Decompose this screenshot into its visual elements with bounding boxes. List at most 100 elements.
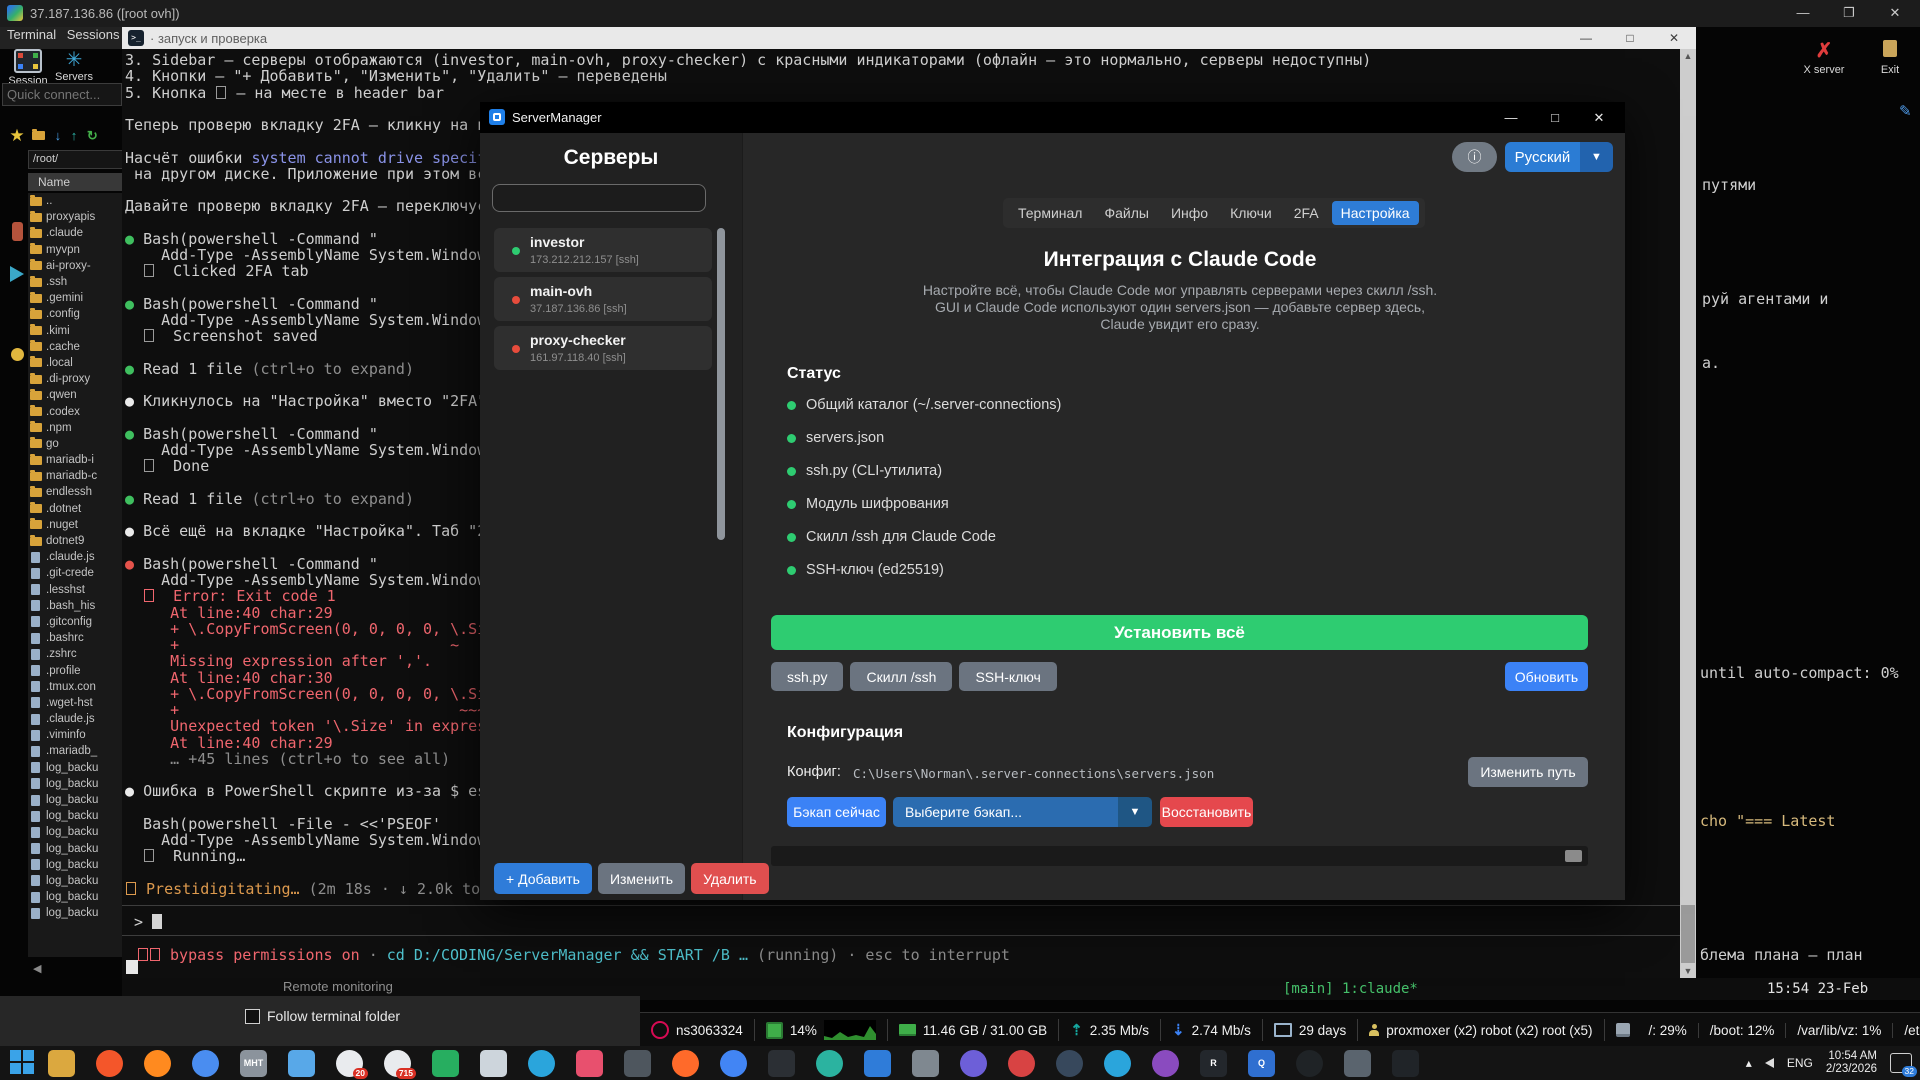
scroll-thumb[interactable] — [1565, 850, 1582, 862]
file-list-item[interactable]: .nuget — [28, 517, 122, 533]
file-list-item[interactable]: .config — [28, 306, 122, 322]
file-list-item[interactable]: mariadb-c — [28, 468, 122, 484]
maximize-icon[interactable]: □ — [1610, 28, 1650, 48]
file-list-item[interactable]: .codex — [28, 403, 122, 419]
chrome-profile-icon[interactable]: 715 — [384, 1050, 411, 1077]
collapse-sidebar-icon[interactable]: ◀ — [33, 962, 41, 975]
file-list-item[interactable]: myvpn — [28, 242, 122, 258]
x-server-button[interactable]: ✗ X server — [1796, 38, 1852, 76]
firefox-icon[interactable] — [144, 1050, 171, 1077]
file-list-item[interactable]: log_backu — [28, 841, 122, 857]
file-list-item[interactable]: .gemini — [28, 290, 122, 306]
minimize-icon[interactable]: — — [1493, 107, 1529, 129]
scroll-down-icon[interactable]: ▼ — [1680, 966, 1696, 976]
info-button[interactable]: ⓘ — [1452, 142, 1497, 172]
tab-терминал[interactable]: Терминал — [1009, 201, 1091, 225]
далить-button[interactable]: Удалить — [691, 863, 768, 894]
send-tool-icon[interactable] — [8, 266, 26, 287]
file-list-item[interactable]: ai-proxy- — [28, 258, 122, 274]
server-search-input[interactable] — [492, 184, 706, 212]
file-list-item[interactable]: log_backu — [28, 808, 122, 824]
file-list-item[interactable]: .lesshst — [28, 582, 122, 598]
file-list-item[interactable]: proxyapis — [28, 209, 122, 225]
file-list-item[interactable]: log_backu — [28, 776, 122, 792]
file-list-item[interactable]: .cache — [28, 339, 122, 355]
tab-файлы[interactable]: Файлы — [1095, 201, 1157, 225]
quick-tool-icon[interactable]: Q — [1248, 1050, 1275, 1077]
server-list-scrollbar[interactable] — [717, 228, 725, 540]
follow-folder-checkbox[interactable] — [245, 1009, 260, 1024]
volume-icon[interactable] — [1765, 1058, 1774, 1068]
terminal-icon[interactable] — [768, 1050, 795, 1077]
file-list-item[interactable]: .git-crede — [28, 565, 122, 581]
clock[interactable]: 10:54 AM 2/23/2026 — [1826, 1050, 1877, 1076]
file-list-item[interactable]: .. — [28, 193, 122, 209]
server-card[interactable]: proxy-checker161.97.118.40 [ssh] — [494, 326, 712, 370]
зменить-button[interactable]: Изменить — [598, 863, 685, 894]
download-icon[interactable]: ↓ — [55, 128, 62, 143]
text-editor-icon[interactable] — [480, 1050, 507, 1077]
file-list-item[interactable]: log_backu — [28, 857, 122, 873]
favorites-star-icon[interactable]: ★ — [8, 126, 26, 146]
component-button[interactable]: ssh.py — [771, 662, 843, 691]
terminal-prompt[interactable]: > — [134, 913, 162, 931]
file-list-item[interactable]: go — [28, 436, 122, 452]
file-list-item[interactable]: dotnet9 — [28, 533, 122, 549]
night-app-icon[interactable] — [1056, 1050, 1083, 1077]
file-list-item[interactable]: .claude — [28, 225, 122, 241]
maximize-icon[interactable]: ❐ — [1832, 3, 1866, 23]
обавить-button[interactable]: + Добавить — [494, 863, 592, 894]
violet-app-icon[interactable] — [1152, 1050, 1179, 1077]
moon-app-icon[interactable] — [960, 1050, 987, 1077]
vscode-icon[interactable] — [864, 1050, 891, 1077]
exit-button[interactable]: Exit — [1862, 38, 1918, 76]
upload-icon[interactable]: ↑ — [71, 128, 78, 143]
change-path-button[interactable]: Изменить путь — [1468, 757, 1588, 787]
close-icon[interactable]: ✕ — [1654, 28, 1694, 48]
minimize-icon[interactable]: — — [1786, 3, 1820, 23]
file-list-item[interactable]: .kimi — [28, 323, 122, 339]
file-list-item[interactable]: .gitconfig — [28, 614, 122, 630]
folder-up-icon[interactable] — [32, 131, 45, 140]
component-button[interactable]: SSH-ключ — [959, 662, 1056, 691]
chrome-icon[interactable] — [720, 1050, 747, 1077]
file-list-item[interactable]: .wget-hst — [28, 695, 122, 711]
tray-expand-icon[interactable]: ▴ — [1746, 1056, 1752, 1070]
restore-button[interactable]: Восстановить — [1160, 797, 1253, 827]
edit-pencil-icon[interactable]: ✎ — [1899, 102, 1912, 120]
telegram-icon[interactable] — [1104, 1050, 1131, 1077]
tab-настройка[interactable]: Настройка — [1332, 201, 1419, 225]
edge-icon[interactable] — [816, 1050, 843, 1077]
file-list-item[interactable]: log_backu — [28, 873, 122, 889]
menu-sessions[interactable]: Sessions — [67, 27, 120, 42]
server-card[interactable]: investor173.212.212.157 [ssh] — [494, 228, 712, 272]
firefox-dev-icon[interactable] — [672, 1050, 699, 1077]
current-path[interactable]: /root/ — [28, 150, 126, 169]
remote-monitoring-label[interactable]: Remote monitoring — [283, 979, 393, 994]
file-list-item[interactable]: mariadb-i — [28, 452, 122, 468]
session-button[interactable]: Session — [6, 49, 50, 87]
opera-icon[interactable] — [1008, 1050, 1035, 1077]
scroll-up-icon[interactable]: ▲ — [1680, 51, 1696, 61]
obs-icon[interactable] — [1296, 1050, 1323, 1077]
file-list[interactable]: ..proxyapis.claudemyvpnai-proxy-.ssh.gem… — [28, 193, 122, 957]
sharex-icon[interactable] — [432, 1050, 459, 1077]
file-list-item[interactable]: log_backu — [28, 824, 122, 840]
install-all-button[interactable]: Установить всё — [771, 615, 1588, 650]
maximize-icon[interactable]: □ — [1537, 107, 1573, 129]
file-list-item[interactable]: log_backu — [28, 792, 122, 808]
file-list-item[interactable]: .qwen — [28, 387, 122, 403]
macro-tool-icon[interactable] — [8, 222, 26, 246]
ide-icon[interactable] — [1392, 1050, 1419, 1077]
quick-connect[interactable] — [2, 83, 122, 106]
file-list-item[interactable]: .mariadb_ — [28, 743, 122, 759]
menu-terminal[interactable]: Terminal — [7, 27, 56, 42]
notification-center-icon[interactable]: 32 — [1890, 1053, 1912, 1073]
file-list-item[interactable]: .npm — [28, 420, 122, 436]
file-list-item[interactable]: .profile — [28, 662, 122, 678]
file-list-item[interactable]: .viminfo — [28, 727, 122, 743]
minimize-icon[interactable]: — — [1566, 28, 1606, 48]
language-indicator[interactable]: ENG — [1787, 1056, 1813, 1070]
file-list-item[interactable]: .ssh — [28, 274, 122, 290]
rider-icon[interactable]: R — [1200, 1050, 1227, 1077]
